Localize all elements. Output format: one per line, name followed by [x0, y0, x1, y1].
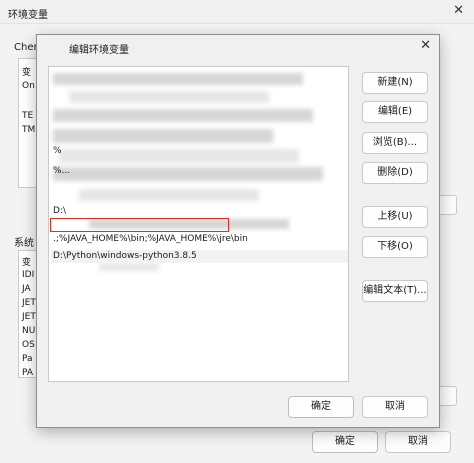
blurred-entry	[99, 263, 159, 271]
outer-close-icon[interactable]: ✕	[453, 3, 464, 18]
move-down-button[interactable]: 下移(O)	[362, 236, 428, 258]
user-variables-label: Cher	[14, 42, 38, 53]
system-variables-label: 系统	[14, 238, 34, 249]
highlight-annotation-box	[50, 218, 229, 232]
dialog-cancel-button[interactable]: 取消	[362, 396, 428, 418]
list-item[interactable]: TE	[22, 111, 33, 121]
blurred-entry	[53, 129, 273, 143]
move-up-button[interactable]: 上移(U)	[362, 206, 428, 228]
list-item[interactable]: Pa	[22, 354, 33, 364]
blurred-entry	[53, 109, 313, 122]
path-entry-drive[interactable]: D:\	[53, 205, 66, 218]
list-item[interactable]: JET	[22, 298, 36, 308]
blurred-entry	[59, 149, 299, 163]
list-item[interactable]: On	[22, 81, 35, 91]
outer-ok-button[interactable]: 确定	[312, 431, 378, 453]
outer-titlebar: 环境变量 ✕	[0, 0, 474, 24]
blurred-entry	[69, 91, 269, 103]
outer-window-title: 环境变量	[8, 10, 48, 21]
user-list-header: 变	[22, 68, 32, 78]
list-item[interactable]: NU	[22, 326, 35, 336]
blurred-entry	[53, 73, 303, 85]
blurred-entry	[53, 167, 323, 181]
list-item[interactable]: PA	[22, 368, 33, 378]
list-item[interactable]: JA	[22, 284, 31, 294]
list-item[interactable]: TM	[22, 125, 35, 135]
dialog-title: 编辑环境变量	[69, 45, 129, 56]
edit-text-button[interactable]: 编辑文本(T)...	[362, 280, 428, 302]
blurred-entry	[79, 189, 259, 201]
new-button[interactable]: 新建(N)	[362, 72, 428, 94]
system-list-header: 变	[22, 258, 32, 268]
outer-cancel-button[interactable]: 取消	[385, 431, 451, 453]
outer-system-button-edge[interactable]	[437, 386, 457, 406]
list-item[interactable]: OS	[22, 340, 35, 350]
path-entry-java[interactable]: .;%JAVA_HOME%\bin;%JAVA_HOME%\jre\bin	[53, 233, 248, 246]
outer-user-button-edge[interactable]	[437, 195, 457, 215]
path-entry-partial[interactable]: %	[53, 145, 62, 158]
edit-env-dialog: 编辑环境变量 ✕ % %... D:\ .;%JAVA_HOME%\bin;%J…	[36, 34, 440, 428]
browse-button[interactable]: 浏览(B)...	[362, 132, 428, 154]
dialog-ok-button[interactable]: 确定	[288, 396, 354, 418]
list-item[interactable]: JET	[22, 312, 36, 322]
system-variables-list[interactable]: 变 IDI JA JET JET NU OS Pa PA	[18, 250, 38, 378]
path-entry-partial[interactable]: %...	[53, 165, 70, 178]
user-variables-list[interactable]: 变 On TE TM	[18, 58, 38, 188]
path-entry-python[interactable]: D:\Python\windows-python3.8.5	[53, 250, 197, 263]
dialog-close-icon[interactable]: ✕	[420, 38, 431, 53]
delete-button[interactable]: 删除(D)	[362, 162, 428, 184]
edit-button[interactable]: 编辑(E)	[362, 101, 428, 123]
list-item[interactable]: IDI	[22, 270, 34, 280]
